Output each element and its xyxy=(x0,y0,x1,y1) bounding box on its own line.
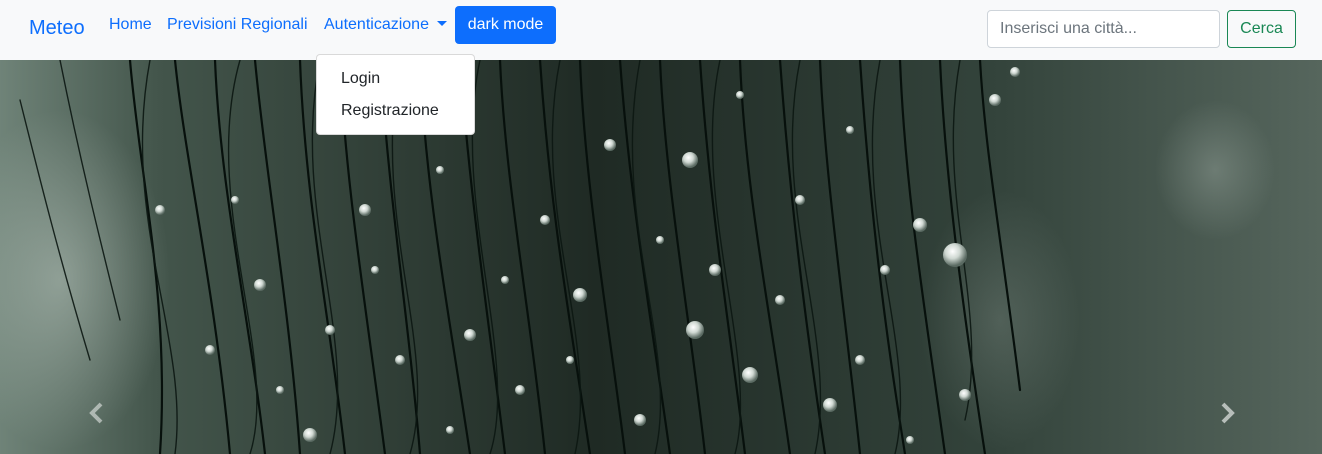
carousel-rain-image xyxy=(0,60,1322,454)
carousel-prev-button[interactable] xyxy=(82,398,112,428)
chevron-left-icon xyxy=(89,402,103,424)
caret-down-icon xyxy=(436,21,447,26)
nav-home-link[interactable]: Home xyxy=(109,16,152,34)
search-button[interactable]: Cerca xyxy=(1227,10,1296,48)
nav-autenticazione-label: Autenticazione xyxy=(324,16,429,33)
autenticazione-dropdown-menu: Login Registrazione xyxy=(316,54,475,135)
dark-mode-button[interactable]: dark mode xyxy=(455,6,556,44)
dropdown-item-registrazione[interactable]: Registrazione xyxy=(341,102,439,120)
nav-autenticazione-dropdown-toggle[interactable]: Autenticazione xyxy=(324,16,447,34)
brand-link[interactable]: Meteo xyxy=(29,17,85,40)
chevron-right-icon xyxy=(1221,402,1235,424)
navbar: Meteo Home Previsioni Regionali Autentic… xyxy=(0,0,1322,60)
carousel xyxy=(0,60,1322,454)
city-search-input[interactable] xyxy=(987,10,1220,48)
carousel-next-button[interactable] xyxy=(1212,398,1242,428)
dropdown-item-login[interactable]: Login xyxy=(341,70,380,88)
nav-previsioni-regionali-link[interactable]: Previsioni Regionali xyxy=(167,16,308,34)
